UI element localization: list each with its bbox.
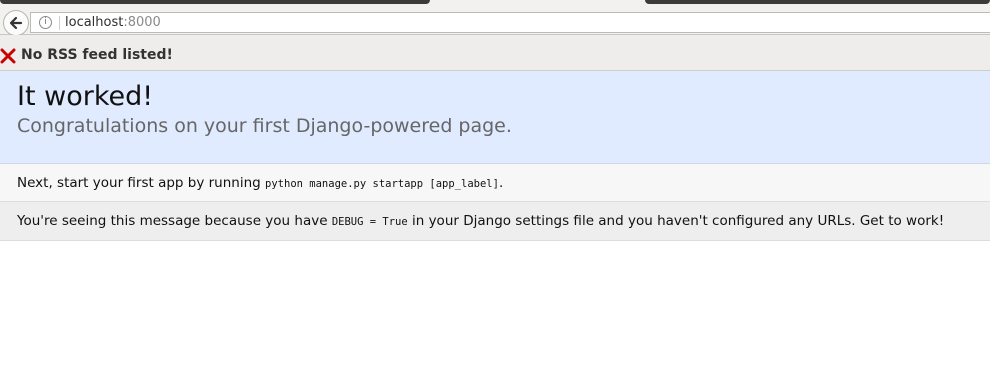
url-divider — [59, 16, 60, 30]
explanation-text: You're seeing this message because you h… — [17, 213, 944, 230]
close-x-icon — [0, 48, 16, 64]
instructions-prefix: Next, start your first app by running — [17, 175, 261, 191]
page-subtitle: Congratulations on your first Django-pow… — [17, 115, 512, 137]
page-title: It worked! — [17, 81, 154, 112]
tab-left[interactable] — [0, 0, 430, 4]
startapp-command: python manage.py startapp [app_label] — [265, 178, 499, 190]
rss-notice-text: No RSS feed listed! — [21, 47, 173, 63]
instructions-section: Next, start your first app by running py… — [0, 164, 990, 202]
debug-setting-code: DEBUG = True — [331, 216, 408, 228]
explanation-section: You're seeing this message because you h… — [0, 202, 990, 241]
back-arrow-icon — [9, 16, 23, 30]
back-button[interactable] — [3, 10, 29, 36]
url-host: localhost — [65, 15, 124, 30]
tab-strip — [0, 0, 990, 10]
summary-section: It worked! Congratulations on your first… — [0, 71, 990, 164]
url-text[interactable]: localhost:8000 — [65, 15, 161, 31]
instructions-text: Next, start your first app by running py… — [17, 175, 503, 192]
site-info-icon[interactable]: i — [39, 16, 52, 29]
explanation-suffix: in your Django settings file and you hav… — [411, 213, 945, 229]
tab-right[interactable] — [645, 0, 990, 4]
browser-window: i localhost:8000 No RSS feed listed! It … — [0, 0, 990, 378]
url-bar[interactable]: i localhost:8000 — [30, 12, 990, 33]
instructions-suffix: . — [498, 175, 504, 191]
rss-notice-bar: No RSS feed listed! — [0, 35, 990, 71]
explanation-prefix: You're seeing this message because you h… — [17, 213, 328, 229]
url-port: :8000 — [123, 15, 161, 30]
navigation-toolbar: i localhost:8000 — [0, 10, 990, 36]
